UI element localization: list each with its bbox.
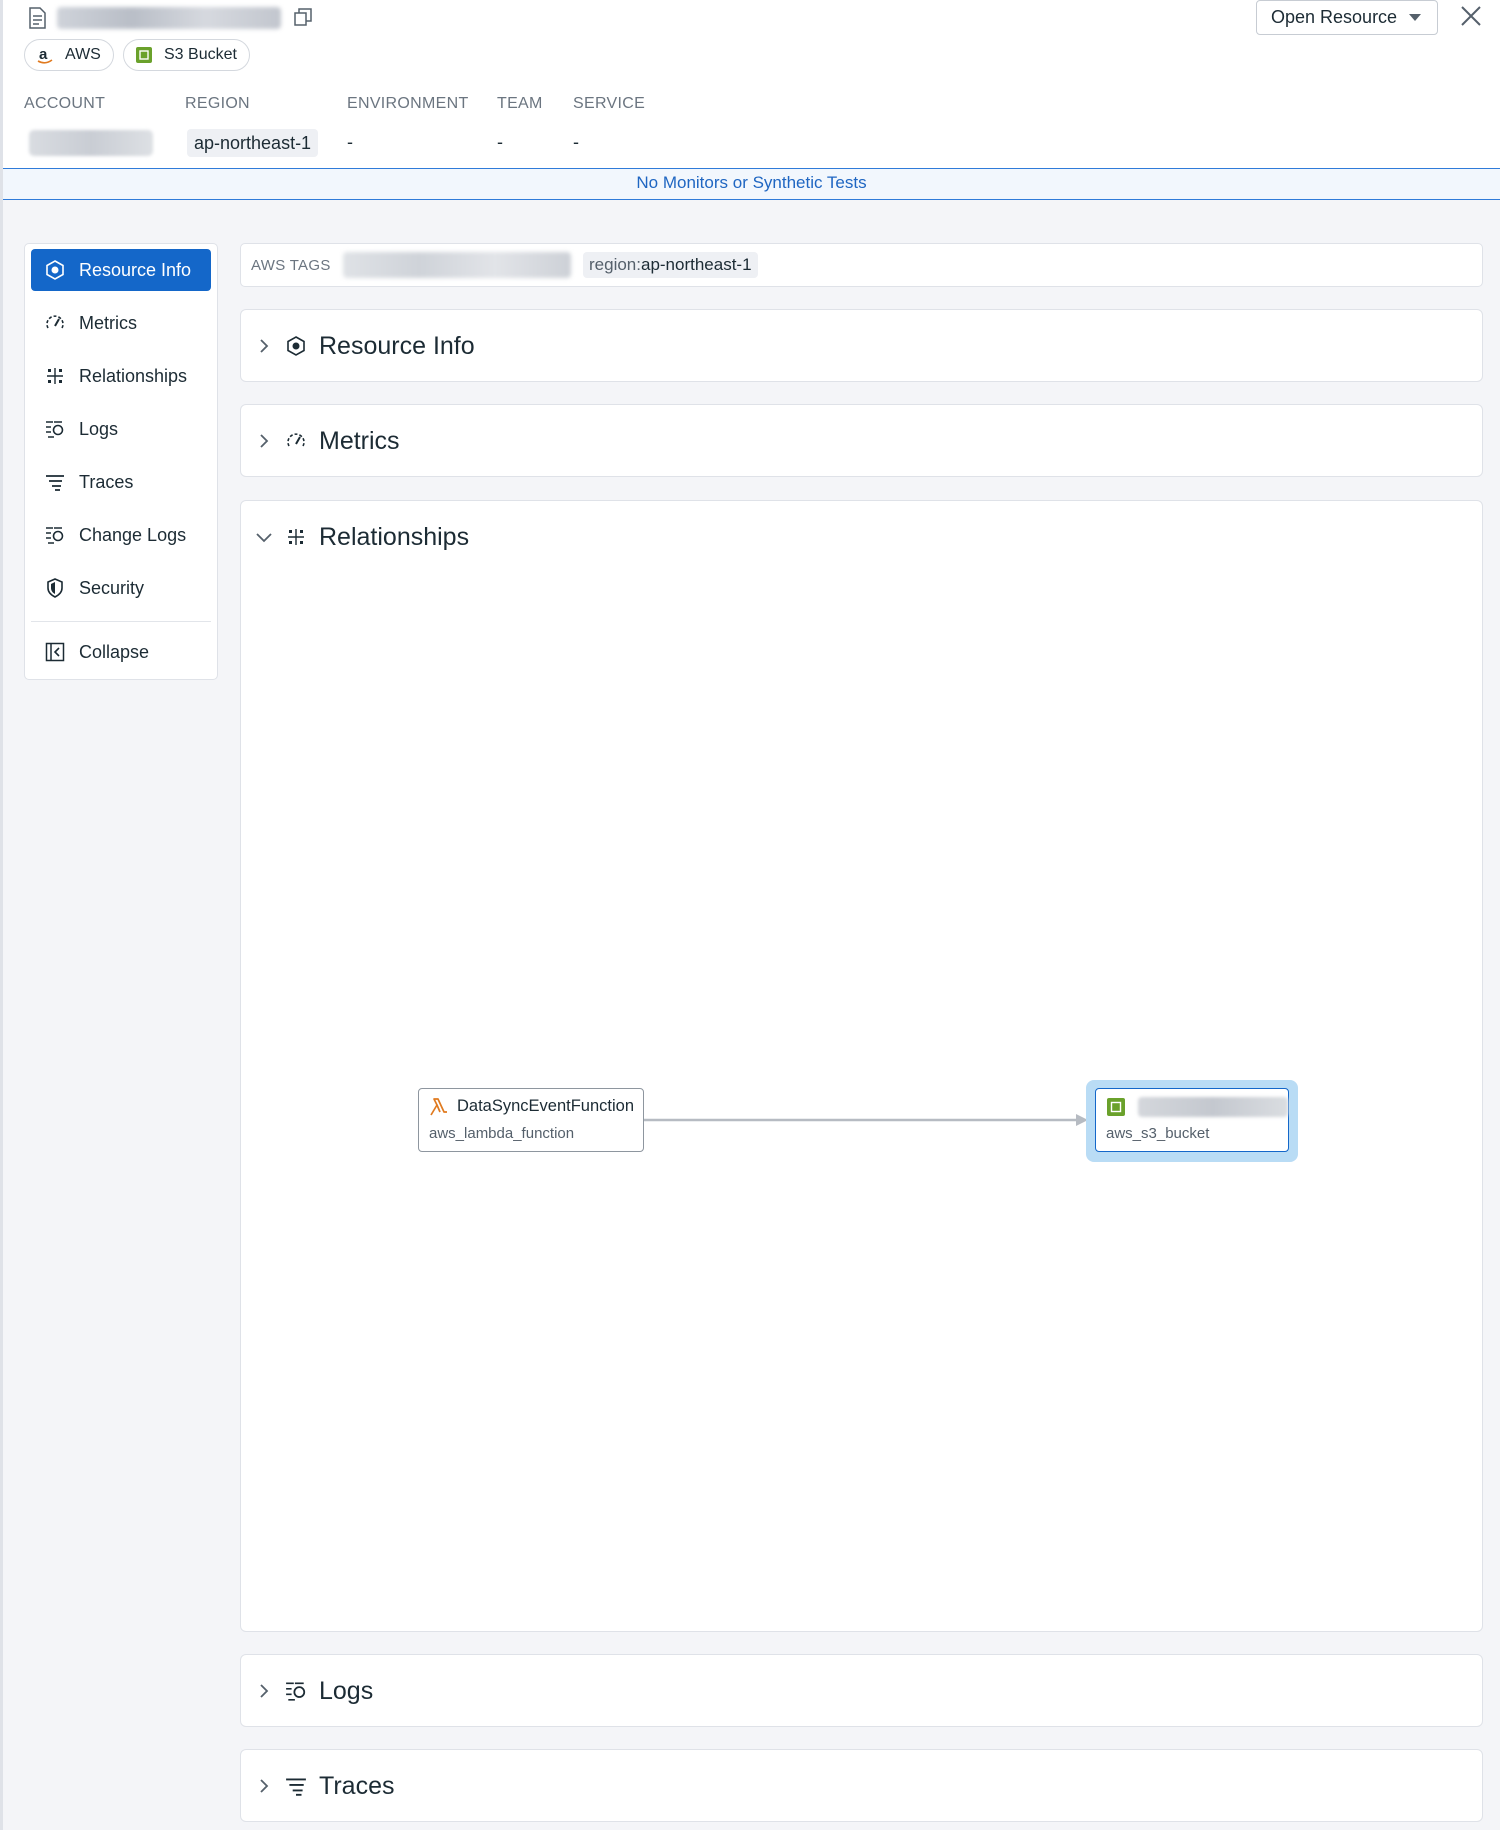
open-resource-button[interactable]: Open Resource	[1256, 0, 1438, 35]
section-header-traces[interactable]: Traces	[255, 1750, 394, 1822]
aws-tag-redacted	[343, 252, 571, 278]
metrics-gauge-icon	[285, 430, 307, 452]
chevron-right-icon	[255, 337, 273, 355]
aws-tags-label: AWS TAGS	[251, 257, 331, 274]
svg-text:a: a	[39, 46, 48, 63]
section-header-relationships[interactable]: Relationships	[255, 501, 469, 573]
section-header-metrics[interactable]: Metrics	[255, 405, 400, 477]
sidebar-divider	[31, 621, 211, 622]
environment-value: -	[347, 132, 353, 152]
region-tag[interactable]: region: ap-northeast-1	[583, 252, 758, 278]
provider-chip: a AWS	[24, 39, 114, 71]
chevron-down-icon	[1409, 14, 1421, 21]
section-title: Logs	[319, 1676, 374, 1705]
section-relationships: Relationships	[240, 500, 1483, 1632]
aws-tags-bar: AWS TAGS region: ap-northeast-1	[240, 243, 1483, 287]
sidebar-item-label: Change Logs	[79, 524, 187, 545]
region-label: REGION	[185, 95, 250, 112]
amazon-icon: a	[35, 45, 55, 65]
region-value[interactable]: ap-northeast-1	[187, 129, 319, 157]
section-resource-info: Resource Info	[240, 309, 1483, 382]
graph-node-s3-bucket[interactable]: aws_s3_bucket	[1095, 1088, 1289, 1152]
graph-node-lambda-function[interactable]: DataSyncEventFunction aws_lambda_functio…	[418, 1088, 644, 1152]
team-value: -	[497, 132, 503, 152]
lambda-icon	[430, 1098, 447, 1116]
graph-node-name: DataSyncEventFunction	[457, 1097, 635, 1115]
metrics-gauge-icon	[45, 313, 65, 333]
sidebar-item-label: Security	[79, 577, 145, 598]
region-tag-key: region:	[589, 255, 641, 274]
sidebar-item-traces[interactable]: Traces	[31, 461, 211, 503]
sidebar-item-label: Relationships	[79, 365, 188, 386]
resource-header: Open Resource a AWS S3 Bucket ACCOUNT RE…	[3, 0, 1500, 170]
section-nav-sidebar: Resource Info Metrics Relationships Logs…	[24, 243, 218, 680]
sidebar-item-logs[interactable]: Logs	[31, 408, 211, 450]
close-icon[interactable]	[1458, 3, 1484, 29]
sidebar-item-metrics[interactable]: Metrics	[31, 302, 211, 344]
account-label: ACCOUNT	[24, 95, 106, 112]
sidebar-item-label: Metrics	[79, 312, 137, 333]
team-label: TEAM	[497, 95, 543, 112]
account-value-redacted	[29, 130, 153, 156]
sidebar-item-label: Logs	[79, 418, 119, 439]
logs-icon	[45, 419, 65, 439]
traces-icon	[45, 472, 65, 492]
s3-bucket-icon	[1107, 1098, 1125, 1116]
sidebar-collapse-button[interactable]: Collapse	[31, 631, 211, 673]
sidebar-item-change-logs[interactable]: Change Logs	[31, 514, 211, 556]
section-header-logs[interactable]: Logs	[255, 1655, 373, 1727]
service-value: -	[573, 132, 579, 152]
section-logs: Logs	[240, 1654, 1483, 1727]
sidebar-item-relationships[interactable]: Relationships	[31, 355, 211, 397]
graph-node-type: aws_s3_bucket	[1106, 1125, 1210, 1142]
environment-label: ENVIRONMENT	[347, 95, 469, 112]
service-label: SERVICE	[573, 95, 646, 112]
region-tag-value: ap-northeast-1	[640, 255, 752, 274]
logs-icon	[285, 1680, 307, 1702]
section-title: Relationships	[319, 522, 470, 551]
sidebar-collapse-label: Collapse	[79, 641, 150, 662]
section-traces: Traces	[240, 1749, 1483, 1822]
relationships-icon	[45, 366, 65, 386]
resource-type-chip: S3 Bucket	[123, 39, 250, 71]
graph-node-type: aws_lambda_function	[429, 1125, 575, 1142]
open-resource-label: Open Resource	[1271, 7, 1398, 27]
section-metrics: Metrics	[240, 404, 1483, 477]
sidebar-item-label: Traces	[79, 471, 134, 492]
collapse-icon	[45, 642, 65, 662]
no-monitors-banner[interactable]: No Monitors or Synthetic Tests	[3, 168, 1500, 200]
chevron-right-icon	[255, 1682, 273, 1700]
relationships-icon	[285, 526, 307, 548]
resource-type-chip-label: S3 Bucket	[164, 46, 237, 63]
traces-icon	[285, 1775, 307, 1797]
copy-icon[interactable]	[293, 7, 313, 27]
section-title: Metrics	[319, 426, 400, 455]
change-logs-icon	[45, 525, 65, 545]
sidebar-item-resource-info[interactable]: Resource Info	[31, 249, 211, 291]
section-header-resource-info[interactable]: Resource Info	[255, 310, 475, 382]
resource-title-redacted	[57, 7, 281, 29]
sidebar-item-label: Resource Info	[79, 259, 192, 280]
s3-bucket-icon	[134, 45, 154, 65]
sidebar-item-security[interactable]: Security	[31, 567, 211, 609]
security-shield-icon	[45, 578, 65, 598]
graph-node-name-redacted	[1138, 1097, 1288, 1117]
resource-info-icon	[45, 260, 65, 280]
chevron-right-icon	[255, 432, 273, 450]
provider-chip-label: AWS	[65, 46, 101, 63]
section-title: Resource Info	[319, 331, 475, 360]
chevron-down-icon	[255, 528, 273, 546]
section-title: Traces	[319, 1771, 395, 1800]
page-left-edge	[0, 0, 3, 1830]
document-icon	[29, 7, 46, 29]
chevron-right-icon	[255, 1777, 273, 1795]
resource-info-icon	[285, 335, 307, 357]
